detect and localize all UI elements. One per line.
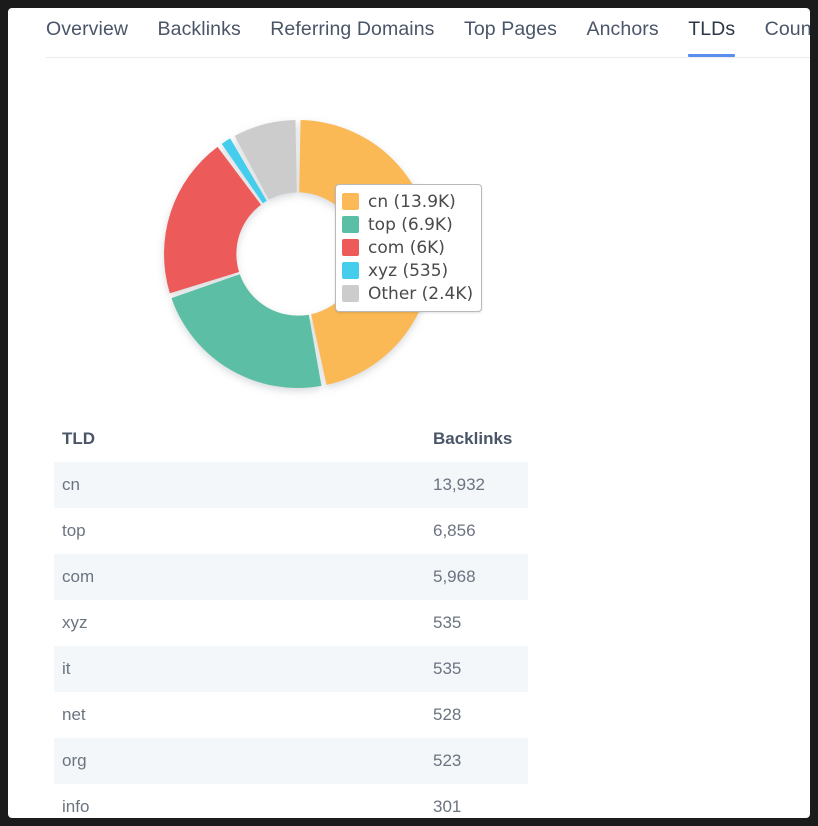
donut-slice-top[interactable]: [171, 274, 321, 388]
tab-referring-domains[interactable]: Referring Domains: [270, 8, 434, 57]
table-row[interactable]: org523: [54, 738, 528, 784]
legend-label-cn: cn (13.9K): [368, 192, 456, 212]
table-body: cn13,932top6,856com5,968xyz535it535net52…: [54, 462, 528, 818]
chart-legend: cn (13.9K) top (6.9K) com (6K) xyz (535)…: [335, 184, 482, 312]
table-row[interactable]: cn13,932: [54, 462, 528, 508]
cell-backlinks: 528: [433, 705, 528, 725]
cell-tld: top: [54, 521, 433, 541]
legend-label-xyz: xyz (535): [368, 261, 448, 281]
tab-backlinks[interactable]: Backlinks: [158, 8, 241, 57]
tab-anchors[interactable]: Anchors: [586, 8, 658, 57]
table-row[interactable]: xyz535: [54, 600, 528, 646]
column-header-backlinks: Backlinks: [433, 429, 528, 449]
table-row[interactable]: top6,856: [54, 508, 528, 554]
cell-backlinks: 13,932: [433, 475, 528, 495]
legend-item-top[interactable]: top (6.9K): [342, 213, 473, 236]
table-row[interactable]: info301: [54, 784, 528, 818]
legend-swatch-xyz: [342, 262, 359, 279]
legend-item-xyz[interactable]: xyz (535): [342, 259, 473, 282]
legend-label-other: Other (2.4K): [368, 284, 473, 304]
table-row[interactable]: com5,968: [54, 554, 528, 600]
cell-tld: org: [54, 751, 433, 771]
legend-label-com: com (6K): [368, 238, 445, 258]
tlds-report-card: Overview Backlinks Referring Domains Top…: [8, 8, 810, 818]
legend-swatch-com: [342, 239, 359, 256]
cell-tld: it: [54, 659, 433, 679]
table-header-row: TLD Backlinks: [54, 416, 528, 462]
table-row[interactable]: it535: [54, 646, 528, 692]
tab-overview[interactable]: Overview: [46, 8, 128, 57]
legend-item-other[interactable]: Other (2.4K): [342, 282, 473, 305]
tab-countries[interactable]: Countries: [765, 8, 810, 57]
cell-backlinks: 535: [433, 613, 528, 633]
report-tabs[interactable]: Overview Backlinks Referring Domains Top…: [8, 8, 810, 58]
window-frame: Overview Backlinks Referring Domains Top…: [0, 0, 818, 826]
legend-item-cn[interactable]: cn (13.9K): [342, 190, 473, 213]
legend-item-com[interactable]: com (6K): [342, 236, 473, 259]
tld-backlinks-table: TLD Backlinks cn13,932top6,856com5,968xy…: [54, 416, 528, 818]
legend-swatch-other: [342, 285, 359, 302]
table-row[interactable]: net528: [54, 692, 528, 738]
cell-backlinks: 523: [433, 751, 528, 771]
column-header-tld: TLD: [54, 429, 433, 449]
cell-tld: com: [54, 567, 433, 587]
cell-backlinks: 6,856: [433, 521, 528, 541]
cell-backlinks: 535: [433, 659, 528, 679]
tab-tlds[interactable]: TLDs: [688, 8, 735, 57]
cell-backlinks: 301: [433, 797, 528, 817]
cell-tld: info: [54, 797, 433, 817]
cell-tld: xyz: [54, 613, 433, 633]
cell-tld: net: [54, 705, 433, 725]
tab-top-pages[interactable]: Top Pages: [464, 8, 557, 57]
tld-distribution-chart: cn (13.9K) top (6.9K) com (6K) xyz (535)…: [8, 58, 810, 408]
cell-backlinks: 5,968: [433, 567, 528, 587]
legend-swatch-cn: [342, 193, 359, 210]
cell-tld: cn: [54, 475, 433, 495]
legend-swatch-top: [342, 216, 359, 233]
legend-label-top: top (6.9K): [368, 215, 453, 235]
